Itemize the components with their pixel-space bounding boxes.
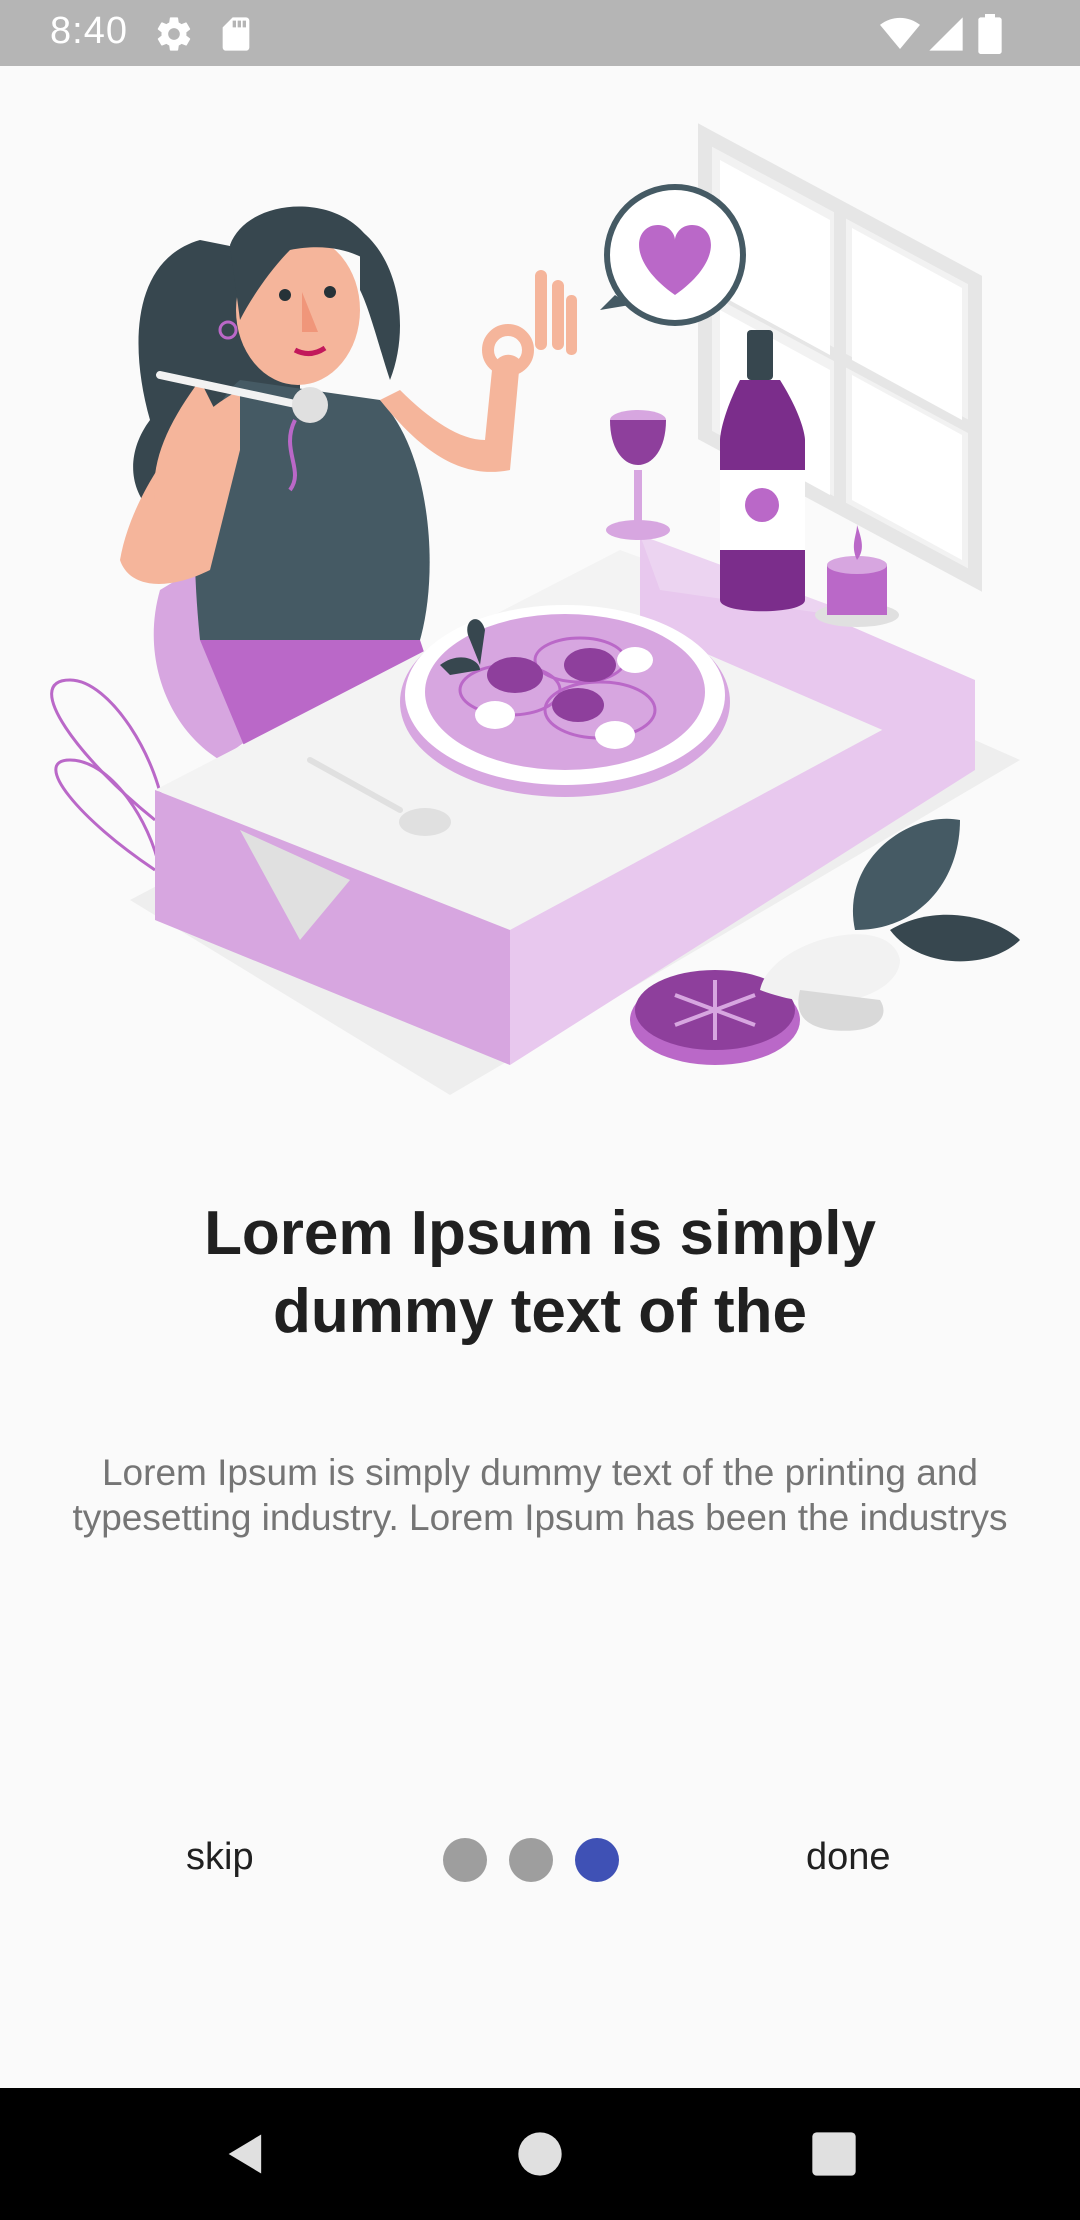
navigation-bar: [0, 2088, 1080, 2220]
settings-gear-icon: [154, 14, 194, 54]
woman-dining-illustration: [40, 120, 1040, 1100]
status-time: 8:40: [50, 10, 128, 52]
status-bar: 8:40: [0, 0, 1080, 66]
page-indicator-dot-2[interactable]: [509, 1838, 553, 1882]
page-description: Lorem Ipsum is simply dummy text of the …: [72, 1452, 1008, 1538]
home-icon[interactable]: [514, 2128, 566, 2180]
page-indicator: [443, 1838, 619, 1884]
page-indicator-dot-3[interactable]: [575, 1838, 619, 1882]
onboarding-screen: 8:40 Lorem Ipsum is simply dummy text of…: [0, 0, 1080, 2220]
cell-signal-icon: [926, 14, 966, 54]
page-title: Lorem Ipsum is simply dummy text of the: [204, 1199, 876, 1346]
done-button[interactable]: done: [806, 1836, 891, 1879]
skip-button[interactable]: skip: [186, 1836, 254, 1879]
recents-icon[interactable]: [808, 2128, 860, 2180]
sd-card-icon: [216, 14, 256, 54]
back-icon[interactable]: [220, 2128, 272, 2180]
page-indicator-dot-1[interactable]: [443, 1838, 487, 1882]
wifi-icon: [878, 14, 922, 54]
battery-icon: [976, 14, 1004, 54]
